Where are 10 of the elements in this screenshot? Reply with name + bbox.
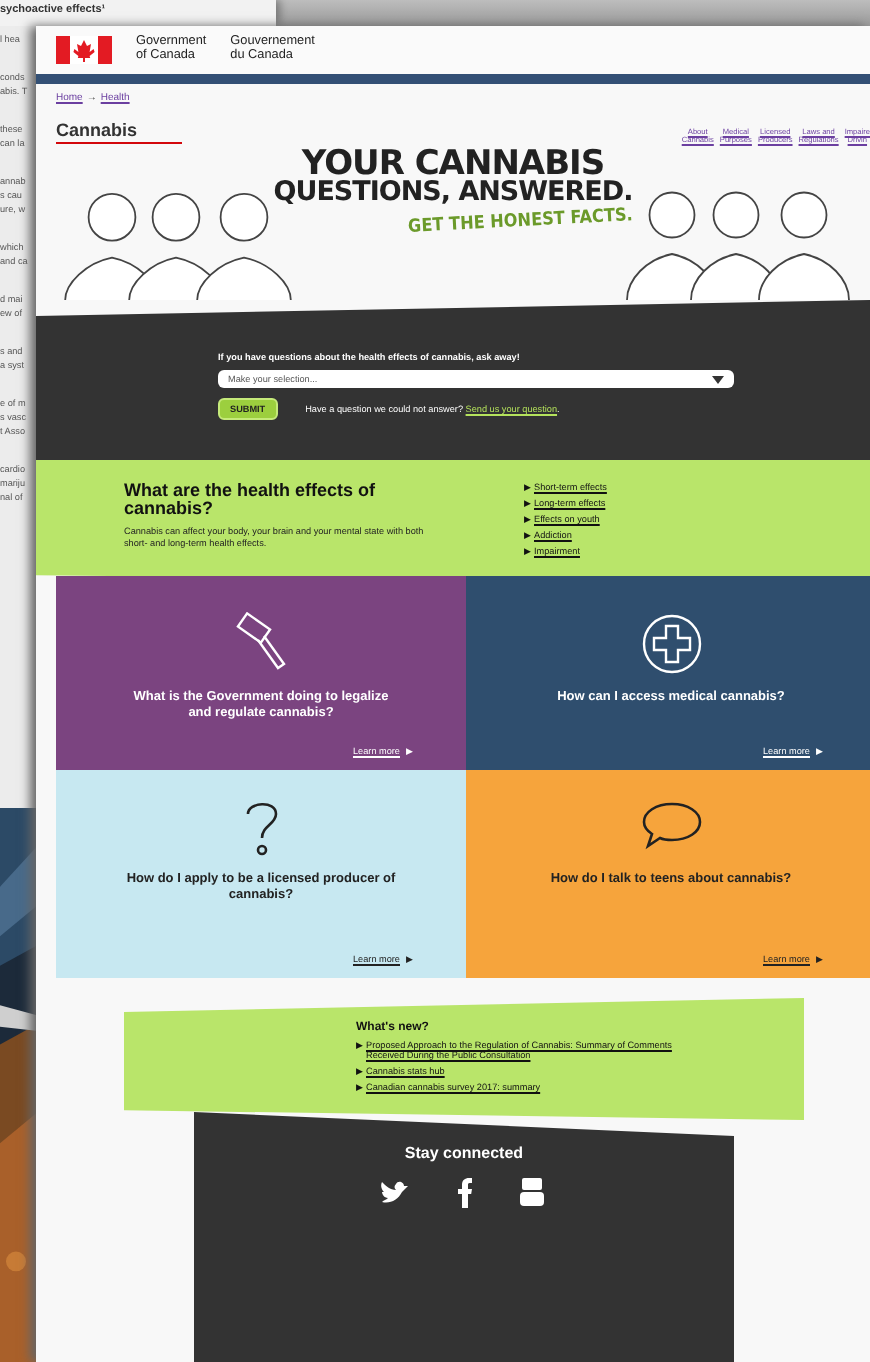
banner-tagline: GET THE HONEST FACTS. — [407, 205, 633, 238]
flag-icon — [56, 36, 112, 64]
caret-icon — [712, 375, 724, 383]
medical-cross-icon — [639, 612, 703, 676]
bird-icon[interactable] — [380, 1176, 412, 1208]
page-title: Cannabis — [56, 120, 182, 144]
banner-headline: YOUR CANNABIS — [301, 148, 605, 181]
section-heading: Stay connected — [404, 1144, 524, 1162]
banner-headline: QUESTIONS, ANSWERED. — [273, 180, 633, 208]
section-heading: What are the health effects of cannabis? — [124, 482, 378, 520]
